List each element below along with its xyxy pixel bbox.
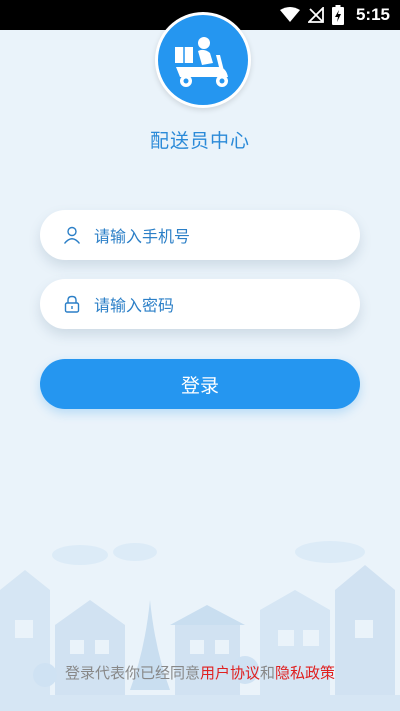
agreement-and: 和 (260, 664, 276, 682)
no-signal-icon (307, 7, 324, 23)
agreement-text: 登录代表你已经同意用户协议和隐私政策 (0, 662, 400, 683)
user-agreement-link[interactable]: 用户协议 (200, 664, 260, 682)
wifi-icon (279, 7, 300, 22)
phone-field[interactable] (40, 210, 360, 262)
lock-icon (64, 295, 80, 313)
user-icon (63, 226, 81, 244)
privacy-policy-link[interactable]: 隐私政策 (275, 664, 335, 682)
battery-charging-icon (331, 5, 344, 25)
status-time: 5:15 (355, 5, 390, 24)
login-button[interactable]: 登录 (40, 359, 360, 409)
delivery-scooter-icon (175, 37, 228, 87)
status-icons: 5:15 (279, 0, 390, 30)
password-field[interactable] (40, 279, 360, 331)
agreement-prefix: 登录代表你已经同意 (64, 664, 200, 682)
app-title: 配送员中心 (149, 130, 250, 152)
app-logo (155, 12, 251, 108)
town-background-illustration (0, 541, 400, 711)
phone-input[interactable] (92, 210, 346, 262)
password-input[interactable] (92, 279, 346, 331)
